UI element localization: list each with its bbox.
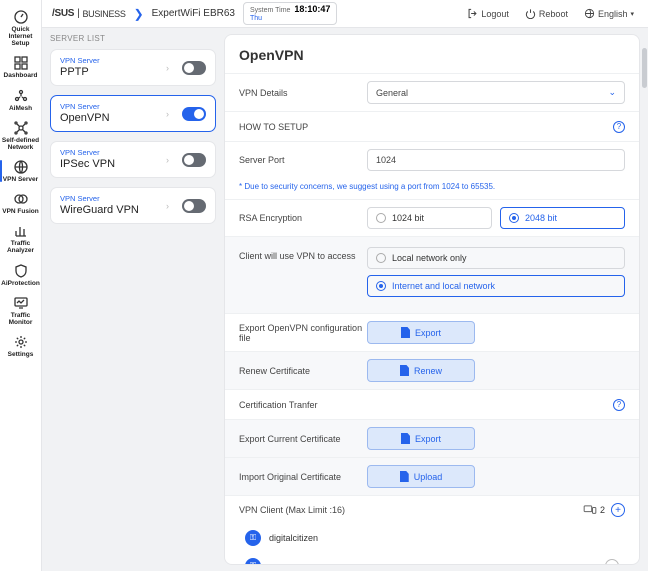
brand-logo: /SUS|BUSINESS [52,8,126,19]
server-port-input[interactable] [367,149,625,171]
rail-traffic-monitor[interactable]: TrafficMonitor [2,292,40,329]
radio-icon [376,253,386,263]
file-icon [400,365,409,376]
vpn-details-select[interactable]: General⌄ [367,81,625,104]
user-row: ⚿ companyuser ⋯ [225,552,639,565]
globe-icon [584,8,595,19]
fusion-icon [13,191,29,207]
device-name: ExpertWiFi EBR63 [152,8,235,19]
rail-vpn-server[interactable]: VPN Server [2,156,40,186]
radio-icon [376,213,386,223]
left-rail: QuickInternetSetup Dashboard AiMesh Self… [0,0,42,571]
content-panel: OpenVPN VPN Details General⌄ HOW TO SETU… [224,34,640,565]
shield-icon [13,263,29,279]
server-card-pptp[interactable]: VPN Server PPTP › [50,49,216,86]
chart-icon [13,223,29,239]
access-local-option[interactable]: Local network only [367,247,625,269]
server-list-heading: SERVER LIST [50,34,216,43]
system-time: System Time 18:10:47 Thu [243,2,337,26]
add-client-button[interactable]: + [611,503,625,517]
radio-icon [509,213,519,223]
upload-cert-button[interactable]: Upload [367,465,475,488]
chevron-right-icon: › [166,63,169,73]
toggle-pptp[interactable] [182,61,206,75]
file-icon [401,433,410,444]
rail-sdn[interactable]: Self-definedNetwork [2,117,40,154]
reboot-icon [525,8,536,19]
server-card-ipsec[interactable]: VPN Server IPSec VPN › [50,141,216,178]
chevron-down-icon: ▾ [630,10,634,18]
row-server-port: Server Port [225,141,639,178]
row-export-config: Export OpenVPN configuration file Export [225,313,639,351]
rail-aiprotection[interactable]: AiProtection [2,260,40,290]
row-rsa: RSA Encryption 1024 bit 2048 bit [225,199,639,236]
access-internet-option[interactable]: Internet and local network [367,275,625,297]
toggle-openvpn[interactable] [182,107,206,121]
logout-icon [467,8,478,19]
rsa-1024-option[interactable]: 1024 bit [367,207,492,229]
row-cert-transfer: Certification Tranfer ? [225,389,639,419]
grid-icon [13,55,29,71]
page-title: OpenVPN [225,35,639,73]
file-icon [401,327,410,338]
chevron-down-icon: ⌄ [608,87,616,98]
key-icon: ⚿ [245,530,261,546]
rail-aimesh[interactable]: AiMesh [2,85,40,115]
rail-settings[interactable]: Settings [2,331,40,361]
row-import-cert: Import Original Certificate Upload [225,457,639,495]
gear-icon [13,334,29,350]
server-list-panel: SERVER LIST VPN Server PPTP › VPN Server… [42,28,224,571]
gauge-icon [13,9,29,25]
user-name: digitalcitizen [269,533,318,543]
language-select[interactable]: English▾ [580,6,638,21]
row-export-cert: Export Current Certificate Export [225,419,639,457]
top-bar: /SUS|BUSINESS ❯ ExpertWiFi EBR63 System … [42,0,648,28]
row-access: Client will use VPN to access Local netw… [225,236,639,313]
rsa-2048-option[interactable]: 2048 bit [500,207,625,229]
port-hint: * Due to security concerns, we suggest u… [225,178,639,199]
server-card-openvpn[interactable]: VPN Server OpenVPN › [50,95,216,132]
user-row: ⚿ digitalcitizen [225,524,639,552]
chevron-right-icon: › [166,109,169,119]
logout-button[interactable]: Logout [463,6,513,21]
export-cert-button[interactable]: Export [367,427,475,450]
monitor-icon [13,295,29,311]
mesh-icon [13,88,29,104]
more-options-button[interactable]: ⋯ [605,559,619,565]
reboot-button[interactable]: Reboot [521,6,572,21]
chevron-right-icon: › [166,201,169,211]
user-name: companyuser [269,561,323,565]
help-icon[interactable]: ? [613,399,625,411]
chevron-right-icon: ❯ [134,7,144,21]
row-vpn-details: VPN Details General⌄ [225,73,639,111]
network-icon [13,120,29,136]
page-scrollbar[interactable] [642,48,647,565]
rail-vpn-fusion[interactable]: VPN Fusion [2,188,40,218]
row-renew-cert: Renew Certificate Renew [225,351,639,389]
rail-traffic-analyzer[interactable]: TrafficAnalyzer [2,220,40,257]
radio-icon [376,281,386,291]
rail-quick-setup[interactable]: QuickInternetSetup [2,6,40,50]
file-icon [400,471,409,482]
toggle-ipsec[interactable] [182,153,206,167]
renew-cert-button[interactable]: Renew [367,359,475,382]
vpn-icon [13,159,29,175]
key-icon: ⚿ [245,558,261,565]
row-vpn-clients: VPN Client (Max Limit :16) 2 + [225,495,639,524]
client-count: 2 [600,505,605,515]
toggle-wireguard[interactable] [182,199,206,213]
rail-dashboard[interactable]: Dashboard [2,52,40,82]
help-icon[interactable]: ? [613,121,625,133]
row-howto: HOW TO SETUP ? [225,111,639,141]
devices-icon [583,505,597,515]
chevron-right-icon: › [166,155,169,165]
export-config-button[interactable]: Export [367,321,475,344]
server-card-wireguard[interactable]: VPN Server WireGuard VPN › [50,187,216,224]
